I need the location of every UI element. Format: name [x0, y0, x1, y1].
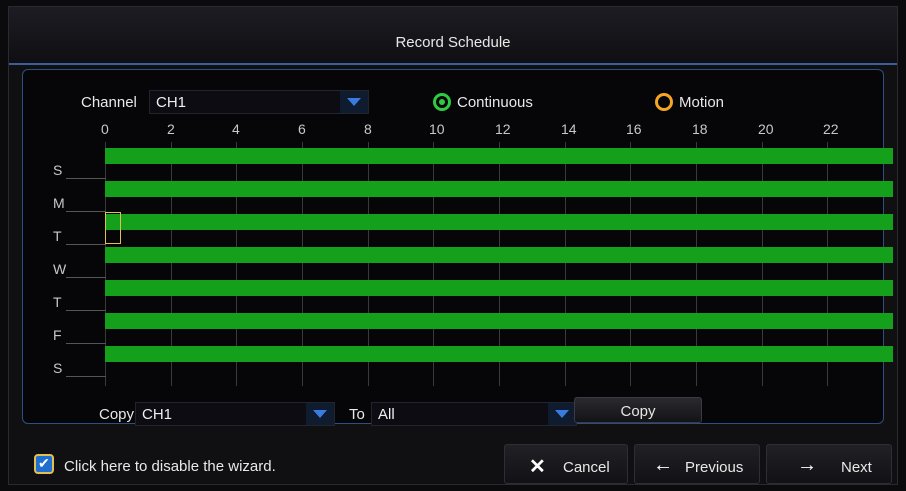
arrow-right-icon: → [797, 454, 817, 476]
day-row-separator [66, 277, 106, 278]
cancel-button-label: Cancel [563, 459, 610, 476]
schedule-grid[interactable]: 0 2 4 6 8 10 12 14 16 18 20 22 [101, 121, 893, 386]
hour-label: 20 [758, 121, 774, 137]
chevron-down-icon [548, 403, 576, 425]
copy-button[interactable]: Copy [574, 397, 702, 423]
hour-label: 0 [101, 121, 109, 137]
day-label: M [53, 195, 65, 211]
motion-radio[interactable] [655, 93, 673, 111]
cell-selection-cursor [105, 212, 121, 244]
copy-from-value: CH1 [142, 406, 173, 423]
day-schedule-row[interactable] [105, 247, 893, 263]
day-label: F [53, 327, 62, 343]
to-label: To [349, 406, 365, 423]
day-label: W [53, 261, 67, 277]
channel-label: Channel [81, 94, 137, 111]
hour-label: 16 [626, 121, 642, 137]
day-row-separator [66, 343, 106, 344]
channel-select-value: CH1 [156, 94, 187, 111]
day-row-separator [66, 244, 106, 245]
day-schedule-row[interactable] [105, 346, 893, 362]
day-schedule-row[interactable] [105, 181, 893, 197]
motion-label: Motion [679, 94, 725, 111]
day-schedule-row[interactable] [105, 148, 893, 164]
day-label: T [53, 228, 62, 244]
hour-label: 18 [692, 121, 708, 137]
hour-label: 22 [823, 121, 839, 137]
cancel-button[interactable]: ✕ Cancel [504, 444, 628, 484]
hour-label: 14 [561, 121, 577, 137]
copy-from-select[interactable]: CH1 [135, 402, 335, 426]
day-schedule-row[interactable] [105, 280, 893, 296]
day-row-separator [66, 211, 106, 212]
hour-label: 6 [298, 121, 306, 137]
day-schedule-row[interactable] [105, 313, 893, 329]
day-label: T [53, 294, 62, 310]
disable-wizard-checkbox[interactable] [34, 454, 54, 474]
continuous-radio[interactable] [433, 93, 451, 111]
day-label: S [53, 162, 63, 178]
record-schedule-window: Record Schedule Channel CH1 Continuous M… [8, 6, 898, 485]
hour-label: 4 [232, 121, 240, 137]
hour-label: 8 [364, 121, 372, 137]
next-button-label: Next [841, 459, 872, 476]
day-row-separator [66, 178, 106, 179]
copy-to-value: All [378, 406, 395, 423]
copy-button-label: Copy [620, 403, 656, 420]
day-label: S [53, 360, 63, 376]
disable-wizard-label: Click here to disable the wizard. [64, 458, 276, 475]
copy-to-select[interactable]: All [371, 402, 577, 426]
arrow-left-icon: ← [653, 454, 673, 476]
hour-label: 12 [495, 121, 511, 137]
previous-button-label: Previous [685, 459, 744, 476]
chevron-down-icon [340, 91, 368, 113]
next-button[interactable]: → Next [766, 444, 892, 484]
previous-button[interactable]: ← Previous [634, 444, 760, 484]
hour-label: 2 [167, 121, 175, 137]
channel-select[interactable]: CH1 [149, 90, 369, 114]
continuous-label: Continuous [457, 94, 533, 111]
chevron-down-icon [306, 403, 334, 425]
day-schedule-row[interactable] [105, 214, 893, 230]
window-title: Record Schedule [395, 34, 511, 51]
schedule-panel: Channel CH1 Continuous Motion 0 2 4 6 8 10 12 1… [22, 69, 893, 426]
close-icon: ✕ [529, 456, 546, 478]
title-bar: Record Schedule [9, 7, 897, 65]
day-row-separator [66, 376, 106, 377]
day-row-separator [66, 310, 106, 311]
copy-label: Copy [99, 406, 135, 423]
hour-label: 10 [429, 121, 445, 137]
